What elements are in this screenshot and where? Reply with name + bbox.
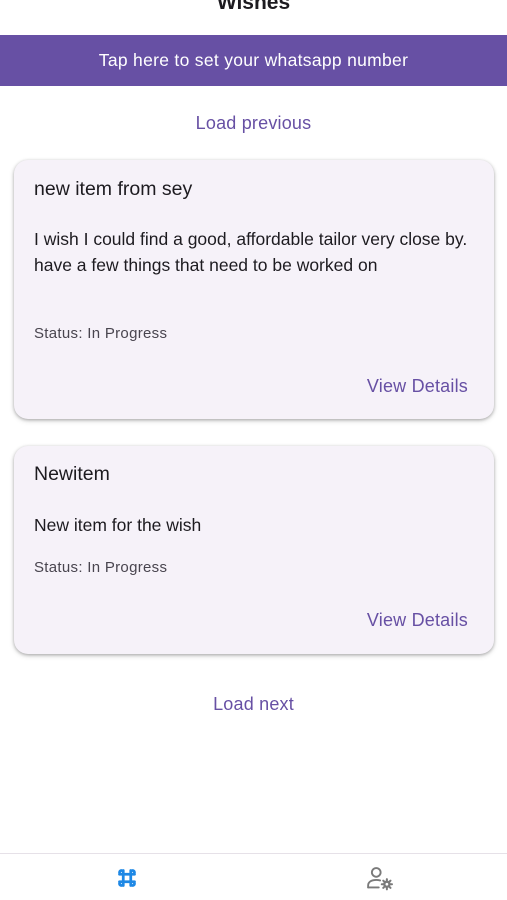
- user-settings-icon: [366, 866, 393, 890]
- wish-status: Status: In Progress: [34, 325, 168, 342]
- wish-description: I wish I could find a good, affordable t…: [34, 229, 468, 275]
- view-details-button[interactable]: View Details: [367, 376, 468, 397]
- wish-title: new item from sey: [34, 178, 193, 200]
- wish-description: New item for the wish: [34, 515, 202, 535]
- page-title: Wishes: [216, 0, 291, 14]
- bottom-navigation: [0, 853, 507, 900]
- app-bar: Wishes: [0, 0, 507, 18]
- wish-title: Newitem: [34, 463, 110, 485]
- load-next-button[interactable]: Load next: [0, 694, 507, 715]
- app-screen: Wishes Tap here to set your whatsapp num…: [0, 0, 507, 900]
- wish-card: Newitem New item for the wish Status: In…: [14, 446, 494, 654]
- whatsapp-number-banner[interactable]: Tap here to set your whatsapp number: [0, 35, 507, 86]
- wish-card: new item from sey I wish I could find a …: [14, 160, 494, 419]
- nav-item-wishes[interactable]: [0, 854, 253, 900]
- wish-status: Status: In Progress: [34, 559, 168, 576]
- load-previous-button[interactable]: Load previous: [0, 113, 507, 134]
- command-icon: [117, 868, 136, 887]
- view-details-button[interactable]: View Details: [367, 610, 468, 631]
- nav-item-profile-settings[interactable]: [253, 854, 506, 900]
